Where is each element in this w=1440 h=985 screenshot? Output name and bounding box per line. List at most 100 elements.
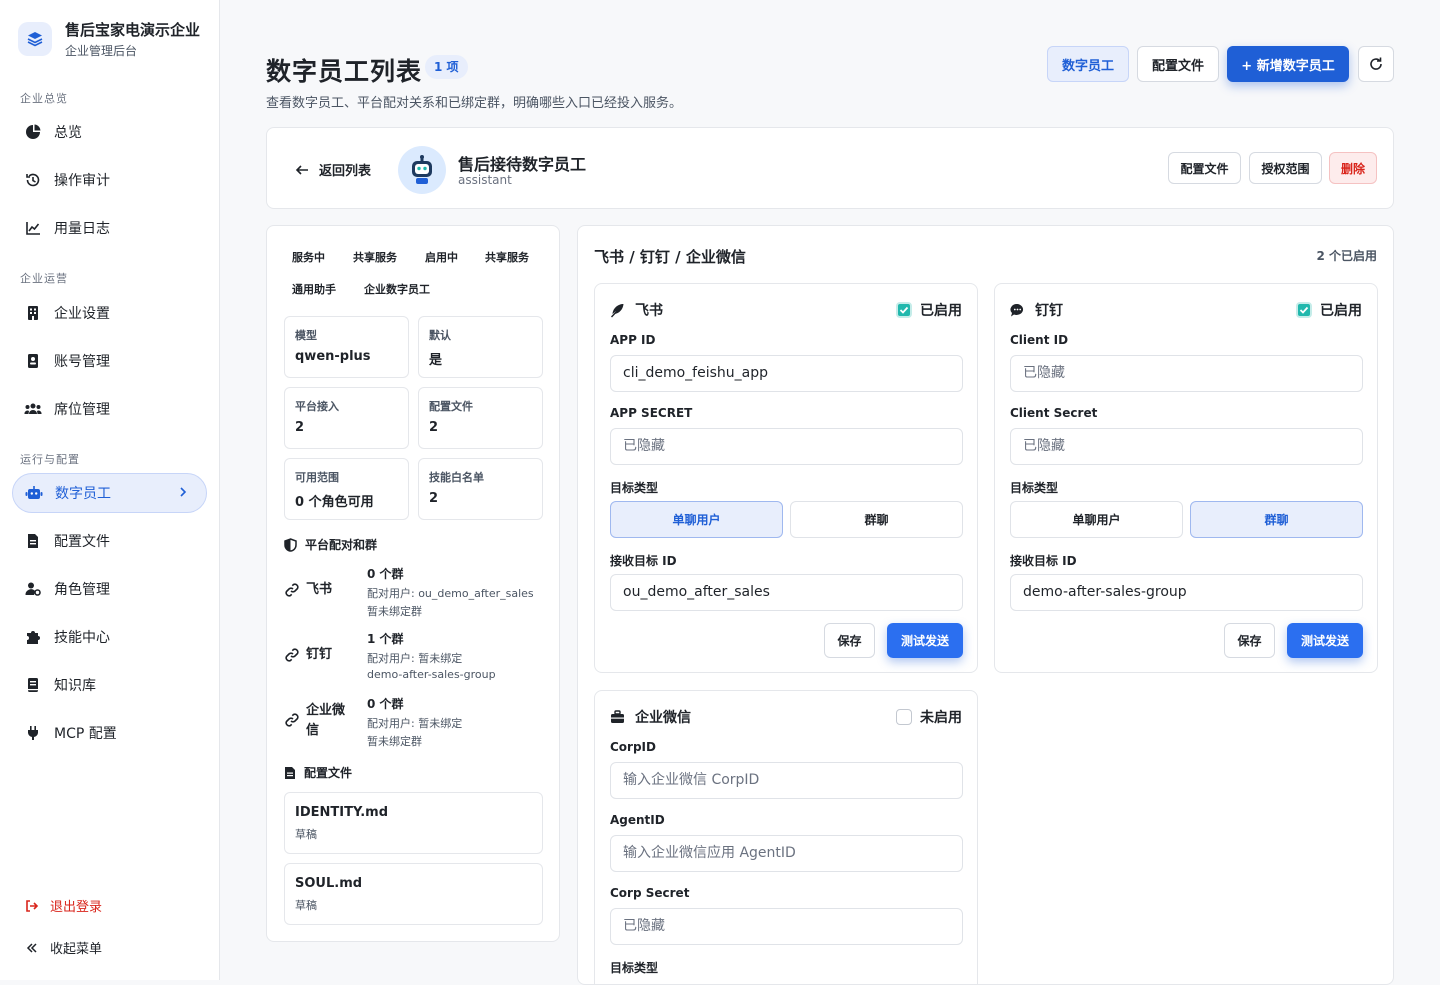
dingtalk-target-id-label: 接收目标 ID <box>1010 554 1077 568</box>
tag-in-service: 服务中 <box>292 251 325 264</box>
add-digital-employee-button[interactable]: + 新增数字员工 <box>1227 46 1349 82</box>
wecom-enable-toggle[interactable]: 未启用 <box>896 707 962 727</box>
sidebar-item-label: 配置文件 <box>54 534 110 550</box>
sidebar-item-accounts[interactable]: 账号管理 <box>12 341 207 381</box>
file-item-soul[interactable]: SOUL.md 草稿 <box>284 863 543 925</box>
dingtalk-name: 钉钉 <box>1035 303 1063 319</box>
link-icon <box>284 582 300 598</box>
config-files-button[interactable]: 配置文件 <box>1137 46 1219 82</box>
feishu-target-group-option[interactable]: 群聊 <box>790 501 963 538</box>
file-status: 草稿 <box>295 899 317 912</box>
sidebar-item-knowledge-base[interactable]: 知识库 <box>12 665 207 705</box>
dingtalk-client-secret-label: Client Secret <box>1010 406 1098 420</box>
feishu-app-id-label: APP ID <box>610 333 656 347</box>
tag-shared-service-2: 共享服务 <box>485 251 529 264</box>
dingtalk-target-type-label: 目标类型 <box>1010 481 1059 495</box>
sidebar-item-skills[interactable]: 技能中心 <box>12 617 207 657</box>
sidebar-item-label: MCP 配置 <box>54 726 117 742</box>
tag-shared-service: 共享服务 <box>353 251 397 264</box>
feishu-status-label: 已启用 <box>920 303 962 319</box>
dingtalk-enable-toggle[interactable]: 已启用 <box>1296 300 1362 320</box>
info-label: 默认 <box>429 329 451 342</box>
dingtalk-test-send-button[interactable]: 测试发送 <box>1287 623 1363 658</box>
wecom-agentid-input[interactable]: 输入企业微信应用 AgentID <box>610 835 963 872</box>
refresh-button[interactable] <box>1358 46 1394 82</box>
sidebar-item-seats[interactable]: 席位管理 <box>12 389 207 429</box>
sidebar-item-label: 知识库 <box>54 678 96 694</box>
platform-name: 飞书 <box>306 582 333 597</box>
platform-group-count: 0 个群 <box>367 567 404 581</box>
platform-group-count: 0 个群 <box>367 697 404 711</box>
back-to-list-link[interactable]: 返回列表 <box>295 160 371 179</box>
authorization-scope-button[interactable]: 授权范围 <box>1249 152 1322 184</box>
robot-icon <box>25 484 43 502</box>
collapse-menu-button[interactable]: 收起菜单 <box>24 938 102 957</box>
logout-label: 退出登录 <box>50 900 103 915</box>
unchecked-box-icon <box>896 709 912 725</box>
count-badge: 1 项 <box>425 55 468 79</box>
dingtalk-target-group-option[interactable]: 群聊 <box>1190 501 1363 538</box>
feishu-enable-toggle[interactable]: 已启用 <box>896 300 962 320</box>
sidebar-item-digital-employees[interactable]: 数字员工 <box>12 473 207 513</box>
employee-config-files-button[interactable]: 配置文件 <box>1168 152 1241 184</box>
feishu-target-user-option[interactable]: 单聊用户 <box>610 501 783 538</box>
sidebar-item-roles[interactable]: 角色管理 <box>12 569 207 609</box>
employee-role: assistant <box>458 173 512 187</box>
sidebar-item-overview[interactable]: 总览 <box>12 112 207 152</box>
feishu-save-button[interactable]: 保存 <box>824 623 875 658</box>
employee-name: 售后接待数字员工 <box>458 155 587 174</box>
double-chevron-left-icon <box>24 940 40 956</box>
id-card-icon <box>24 352 42 370</box>
delete-button[interactable]: 删除 <box>1329 152 1377 184</box>
digital-employees-button[interactable]: 数字员工 <box>1047 46 1129 82</box>
dingtalk-client-secret-input[interactable]: 已隐藏 <box>1010 428 1363 465</box>
feishu-test-send-button[interactable]: 测试发送 <box>887 623 963 658</box>
file-name: IDENTITY.md <box>295 805 389 820</box>
info-value: 2 <box>429 420 439 435</box>
tag-enterprise-employee: 企业数字员工 <box>364 283 430 296</box>
files-section-title: 配置文件 <box>284 764 352 781</box>
avatar <box>398 146 446 194</box>
info-skill-whitelist: 技能白名单 2 <box>418 458 543 520</box>
feishu-card: 飞书 已启用 APP ID cli_demo_feishu_app APP SE… <box>594 283 978 673</box>
file-item-identity[interactable]: IDENTITY.md 草稿 <box>284 792 543 854</box>
shield-icon <box>284 537 297 552</box>
link-icon <box>284 647 300 663</box>
feishu-app-id-input[interactable]: cli_demo_feishu_app <box>610 355 963 392</box>
chevron-right-icon <box>176 485 190 503</box>
info-platforms: 平台接入 2 <box>284 387 409 449</box>
info-value: 0 个角色可用 <box>295 495 374 510</box>
wecom-corpid-input[interactable]: 输入企业微信 CorpID <box>610 762 963 799</box>
sidebar-item-usage-log[interactable]: 用量日志 <box>12 208 207 248</box>
platform-group-count: 1 个群 <box>367 632 404 646</box>
platform-group-binding: demo-after-sales-group <box>367 668 496 681</box>
briefcase-icon <box>610 710 625 724</box>
platform-name: 企业微信 <box>306 703 346 738</box>
platform-group-binding: 暂未绑定群 <box>367 735 422 748</box>
info-value: 2 <box>429 491 439 506</box>
robot-avatar-icon <box>407 155 437 185</box>
sidebar-item-enterprise-settings[interactable]: 企业设置 <box>12 293 207 333</box>
sidebar-item-config-files[interactable]: 配置文件 <box>12 521 207 561</box>
wecom-corp-secret-input[interactable]: 已隐藏 <box>610 908 963 945</box>
enabled-count: 2 个已启用 <box>1316 249 1377 263</box>
info-value: 是 <box>429 353 443 368</box>
brand-title: 售后宝家电演示企业 <box>65 21 201 39</box>
feishu-target-id-input[interactable]: ou_demo_after_sales <box>610 574 963 611</box>
feishu-app-secret-input[interactable]: 已隐藏 <box>610 428 963 465</box>
nav-section-runtime: 运行与配置 <box>20 453 80 466</box>
check-icon <box>1296 302 1312 318</box>
info-default: 默认 是 <box>418 316 543 378</box>
sidebar-item-label: 总览 <box>54 125 82 141</box>
dingtalk-card: 钉钉 已启用 Client ID 已隐藏 Client Secret 已隐藏 目… <box>994 283 1378 673</box>
dingtalk-save-button[interactable]: 保存 <box>1224 623 1275 658</box>
file-name: SOUL.md <box>295 876 363 891</box>
sidebar: 售后宝家电演示企业 企业管理后台 企业总览 总览 操作审计 用量日志 企业运营 … <box>0 0 220 980</box>
sidebar-item-mcp-config[interactable]: MCP 配置 <box>12 713 207 753</box>
dingtalk-target-user-option[interactable]: 单聊用户 <box>1010 501 1183 538</box>
pairing-section-title: 平台配对和群 <box>284 536 377 553</box>
dingtalk-target-id-input[interactable]: demo-after-sales-group <box>1010 574 1363 611</box>
logout-button[interactable]: 退出登录 <box>24 896 102 915</box>
dingtalk-client-id-input[interactable]: 已隐藏 <box>1010 355 1363 392</box>
sidebar-item-audit[interactable]: 操作审计 <box>12 160 207 200</box>
